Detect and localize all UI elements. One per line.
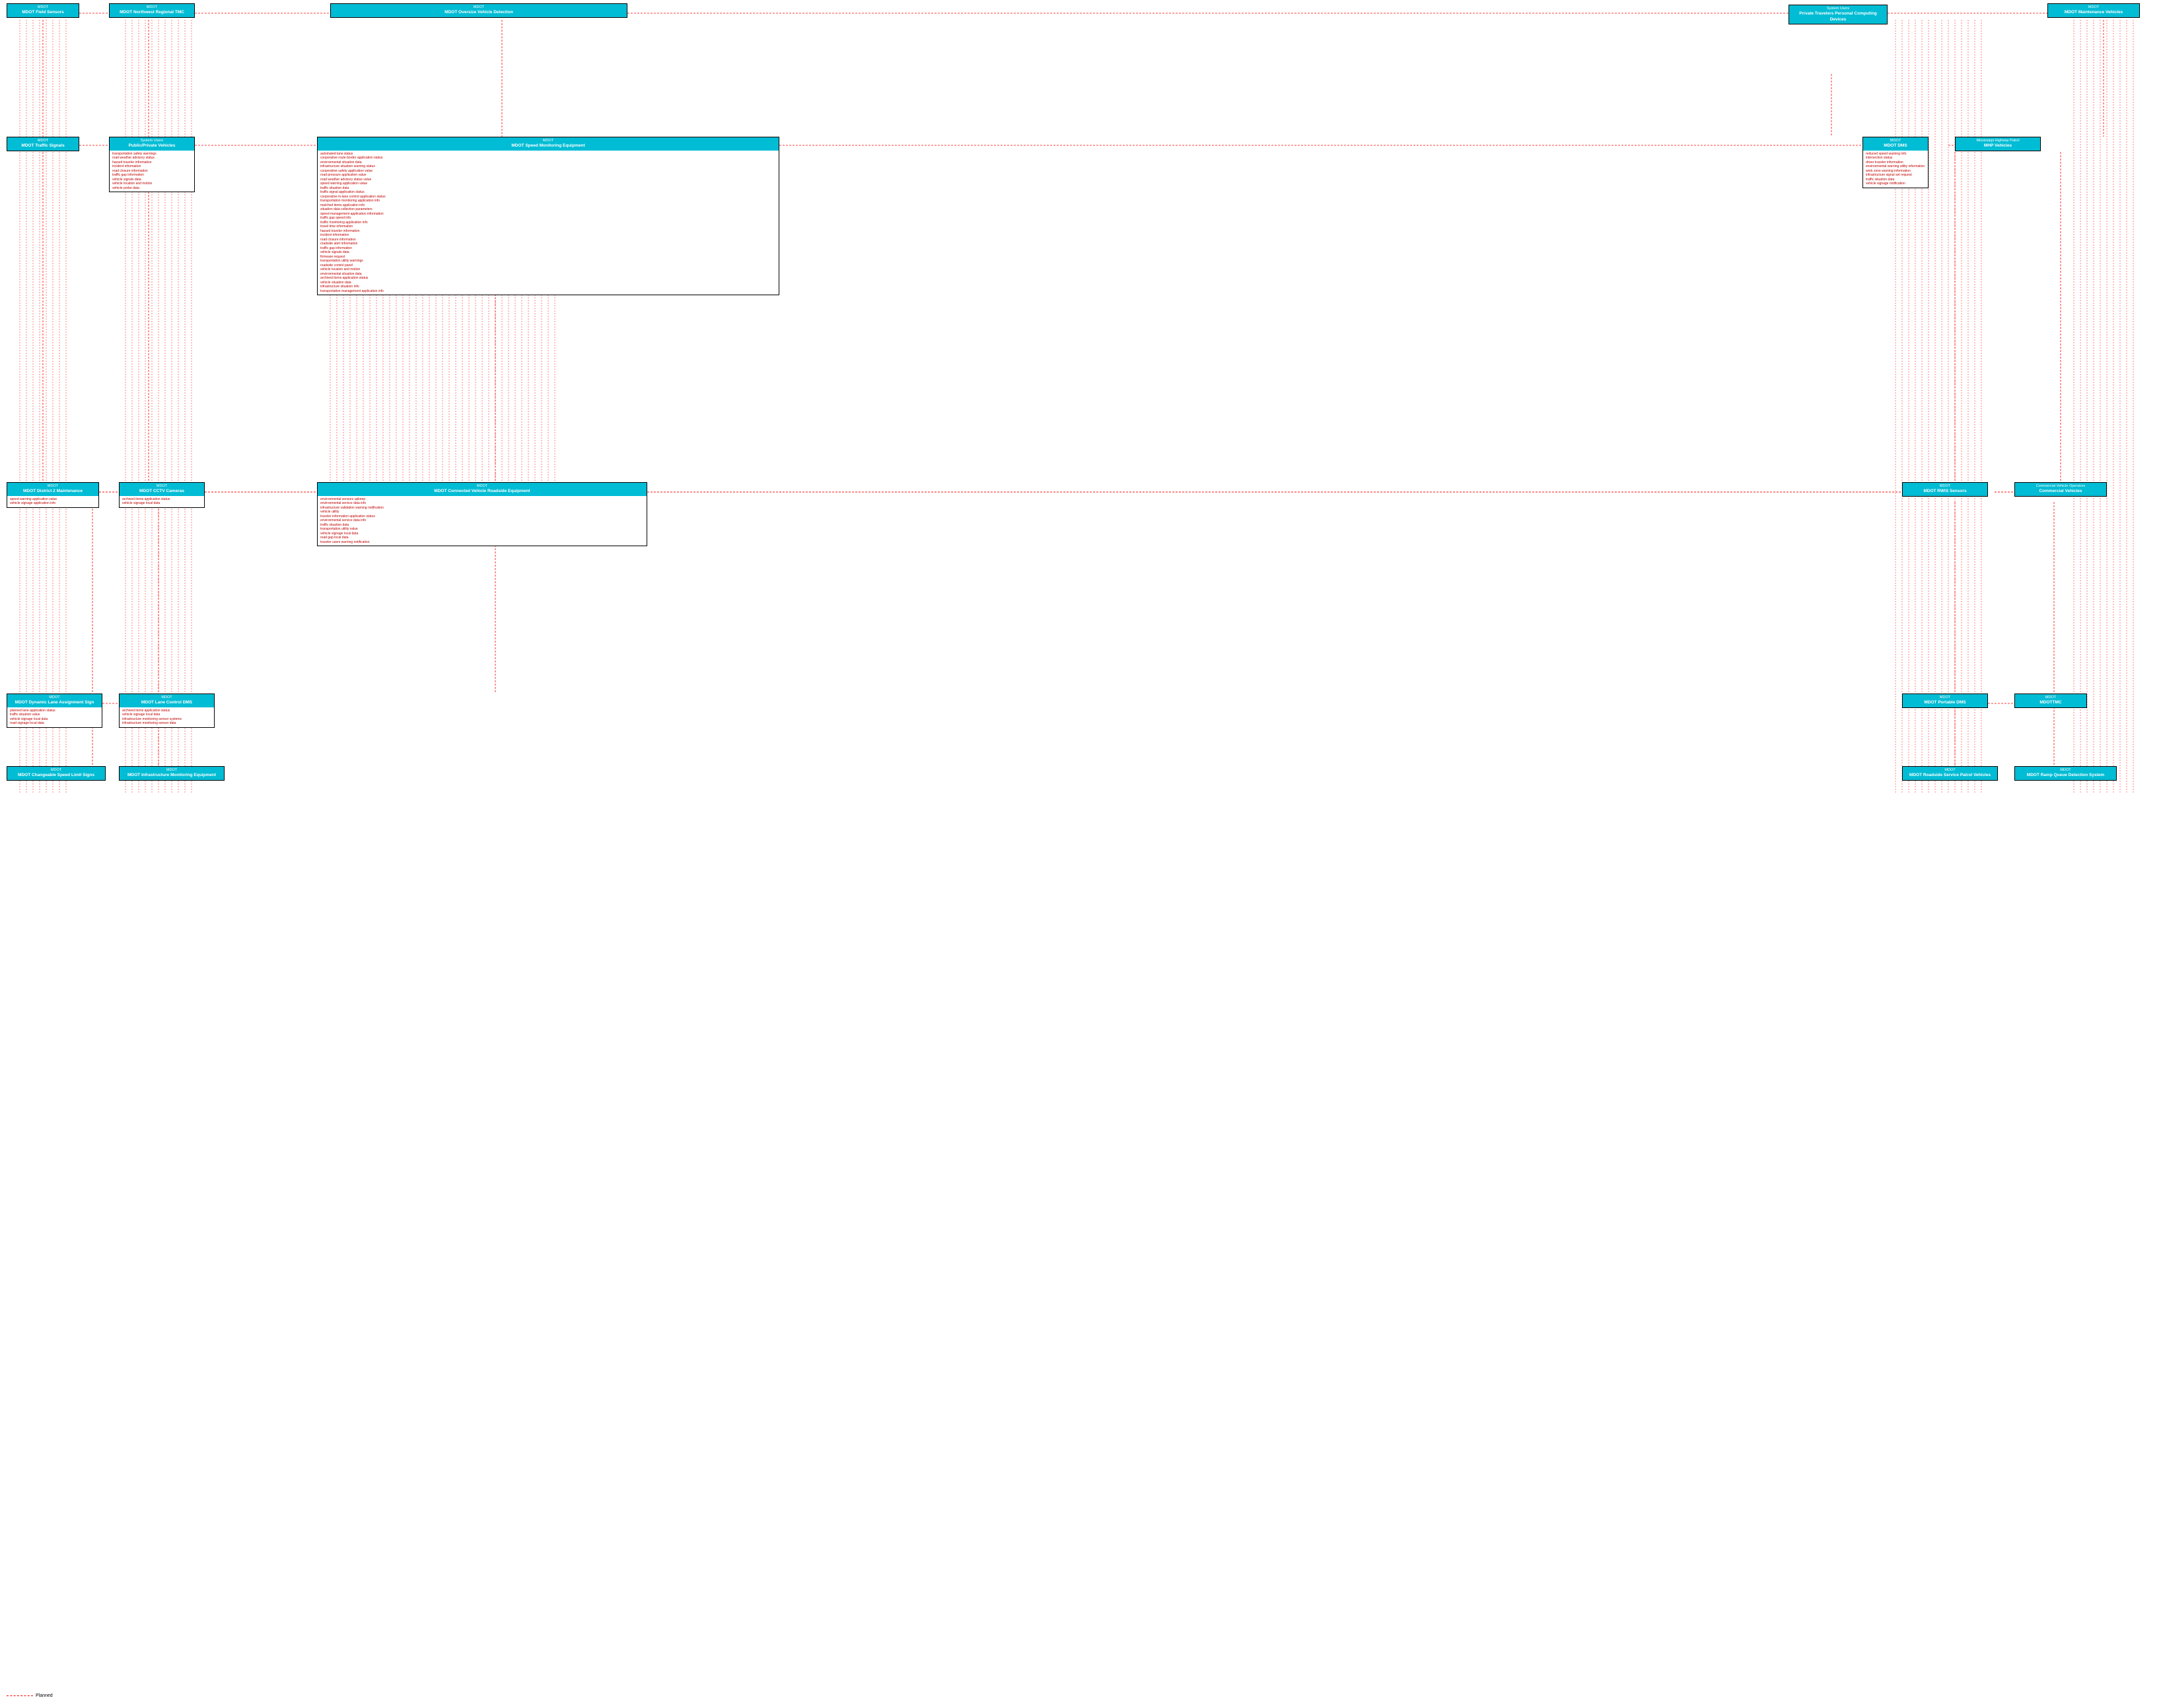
diagram-container: MDOT MDOT Field Sensors MDOT MDOT Northw… — [0, 0, 2161, 1708]
node-cctv: MDOT MDOT CCTV Cameras archived items ap… — [119, 482, 205, 508]
node-tmc: MDOT MDOTTMC — [2014, 694, 2087, 708]
node-commercial-vehicles-header: Commercial Vehicle Operators Commercial … — [2015, 483, 2106, 496]
node-lane-control-body: archived items application status vehicl… — [120, 707, 214, 727]
node-district2-body: speed warning application value vehicle … — [7, 496, 98, 507]
legend-planned: Planned — [7, 1693, 53, 1698]
node-nw-tmc-header: MDOT MDOT Northwest Regional TMC — [110, 4, 194, 17]
node-portable-dms-header: MDOT MDOT Portable DMS — [1903, 694, 1987, 707]
node-oversize-detection-header: MDOT MDOT Oversize Vehicle Detection — [331, 4, 627, 17]
node-maintenance-vehicles-header: MDOT MDOT Maintenance Vehicles — [2048, 4, 2139, 17]
node-dynamic-lane: MDOT MDOT Dynamic Lane Assignment Sign p… — [7, 694, 102, 728]
node-tmc-header: MDOT MDOTTMC — [2015, 694, 2086, 707]
node-ramp-queue-header: MDOT MDOT Ramp Queue Detection System — [2015, 767, 2116, 780]
node-connected-vehicle-header: MDOT MDOT Connected Vehicle Roadside Equ… — [318, 483, 647, 496]
node-speed-monitoring-header: MDOT MDOT Speed Monitoring Equipment — [318, 137, 779, 151]
node-traffic-signals-header: MDOT MDOT Traffic Signals — [7, 137, 79, 151]
node-changeable-speed-header: MDOT MDOT Changeable Speed Limit Signs — [7, 767, 105, 780]
node-infrastructure-monitoring: MDOT MDOT Infrastructure Monitoring Equi… — [119, 766, 225, 781]
node-rwis-header: MDOT MDOT RWIS Sensors — [1903, 483, 1987, 496]
node-traffic-signals: MDOT MDOT Traffic Signals — [7, 137, 79, 151]
node-lane-control: MDOT MDOT Lane Control DMS archived item… — [119, 694, 215, 728]
node-district2: MDOT MDOT District 2 Maintenance speed w… — [7, 482, 99, 508]
node-roadside-patrol-header: MDOT MDOT Roadside Service Patrol Vehicl… — [1903, 767, 1997, 780]
node-lane-control-header: MDOT MDOT Lane Control DMS — [120, 694, 214, 707]
node-rwis: MDOT MDOT RWIS Sensors — [1902, 482, 1988, 497]
node-roadside-patrol: MDOT MDOT Roadside Service Patrol Vehicl… — [1902, 766, 1998, 781]
node-oversize-detection: MDOT MDOT Oversize Vehicle Detection — [330, 3, 627, 18]
node-ramp-queue: MDOT MDOT Ramp Queue Detection System — [2014, 766, 2117, 781]
node-dynamic-lane-body: planned lane application status traffic … — [7, 707, 102, 727]
node-speed-monitoring-body: automated lane status cooperative route … — [318, 151, 779, 295]
node-public-private-header: System Users Public/Private Vehicles — [110, 137, 194, 151]
node-system-users-private-header: System Users Private Travelers Personal … — [1789, 5, 1887, 24]
node-cctv-body: archived items application status vehicl… — [120, 496, 204, 507]
node-connected-vehicle-body: environmental sensors upkeep environment… — [318, 496, 647, 546]
node-cctv-header: MDOT MDOT CCTV Cameras — [120, 483, 204, 496]
node-mhp-vehicles: Mississippi Highway Patrol MHP Vehicles — [1955, 137, 2041, 151]
legend-planned-line — [7, 1695, 33, 1696]
node-dms-header: MDOT MDOT DMS — [1863, 137, 1928, 151]
node-infrastructure-monitoring-header: MDOT MDOT Infrastructure Monitoring Equi… — [120, 767, 224, 780]
node-dms-body: reduced speed warning info intersection … — [1863, 151, 1928, 188]
node-nw-tmc: MDOT MDOT Northwest Regional TMC — [109, 3, 195, 18]
node-connected-vehicle: MDOT MDOT Connected Vehicle Roadside Equ… — [317, 482, 647, 546]
node-dynamic-lane-header: MDOT MDOT Dynamic Lane Assignment Sign — [7, 694, 102, 707]
node-public-private-body: transportation safety warnings road weat… — [110, 151, 194, 192]
legend-planned-label: Planned — [36, 1693, 53, 1698]
node-field-sensors: MDOT MDOT Field Sensors — [7, 3, 79, 18]
node-field-sensors-header: MDOT MDOT Field Sensors — [7, 4, 79, 17]
node-changeable-speed: MDOT MDOT Changeable Speed Limit Signs — [7, 766, 106, 781]
node-dms: MDOT MDOT DMS reduced speed warning info… — [1862, 137, 1929, 188]
node-mhp-header: Mississippi Highway Patrol MHP Vehicles — [1956, 137, 2040, 151]
node-district2-header: MDOT MDOT District 2 Maintenance — [7, 483, 98, 496]
node-portable-dms: MDOT MDOT Portable DMS — [1902, 694, 1988, 708]
node-commercial-vehicles: Commercial Vehicle Operators Commercial … — [2014, 482, 2107, 497]
node-maintenance-vehicles: MDOT MDOT Maintenance Vehicles — [2047, 3, 2140, 18]
legend: Planned — [7, 1693, 53, 1698]
node-public-private-vehicles: System Users Public/Private Vehicles tra… — [109, 137, 195, 192]
node-speed-monitoring: MDOT MDOT Speed Monitoring Equipment aut… — [317, 137, 779, 295]
node-system-users-private: System Users Private Travelers Personal … — [1789, 5, 1888, 24]
